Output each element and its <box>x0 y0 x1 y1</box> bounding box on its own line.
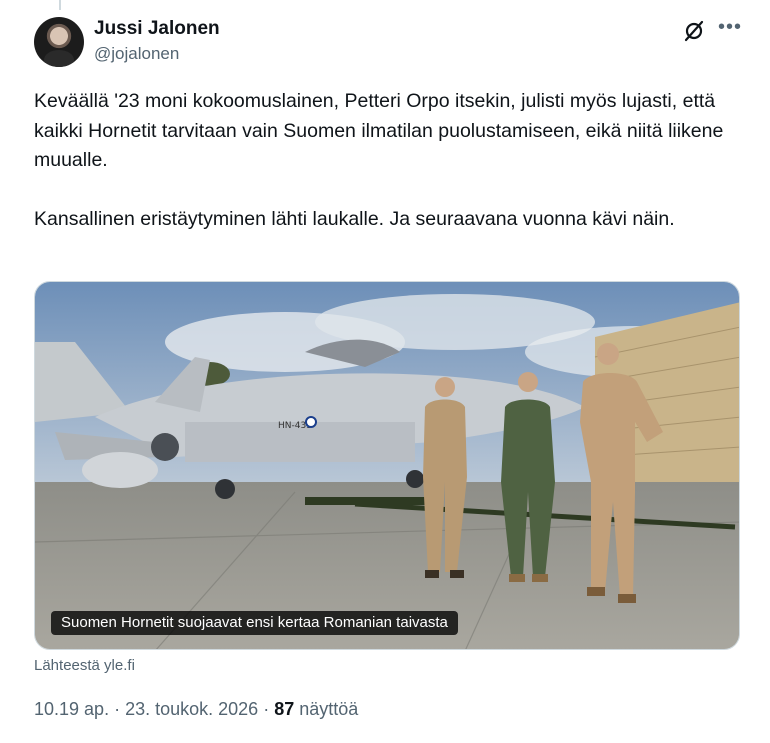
views-label: näyttöä <box>299 699 359 719</box>
avatar[interactable] <box>34 17 84 67</box>
thread-connector-line <box>59 0 61 10</box>
meta-separator-2: · <box>258 699 275 719</box>
tweet-date[interactable]: 23. toukok. 2026 <box>125 699 258 719</box>
author-name[interactable]: Jussi Jalonen <box>94 18 220 40</box>
tweet-metadata: 10.19 ap. · 23. toukok. 2026 · 87 näyttö… <box>34 699 358 720</box>
hornet-photo: HN-433 <box>35 282 739 649</box>
tweet-time[interactable]: 10.19 ap. <box>34 699 109 719</box>
link-source[interactable]: Lähteestä yle.fi <box>34 657 135 674</box>
views-count: 87 <box>274 699 295 719</box>
image-caption: Suomen Hornetit suojaavat ensi kertaa Ro… <box>51 611 458 635</box>
author-handle[interactable]: @jojalonen <box>94 44 179 64</box>
more-options-icon[interactable]: ••• <box>717 16 743 42</box>
grok-icon[interactable] <box>683 20 705 42</box>
meta-separator: · <box>109 699 126 719</box>
link-card-image[interactable]: HN-433 Suomen Hornetit suojaavat ensi ke… <box>34 281 740 650</box>
tweet-text: Keväällä '23 moni kokoomuslainen, Petter… <box>34 90 724 230</box>
